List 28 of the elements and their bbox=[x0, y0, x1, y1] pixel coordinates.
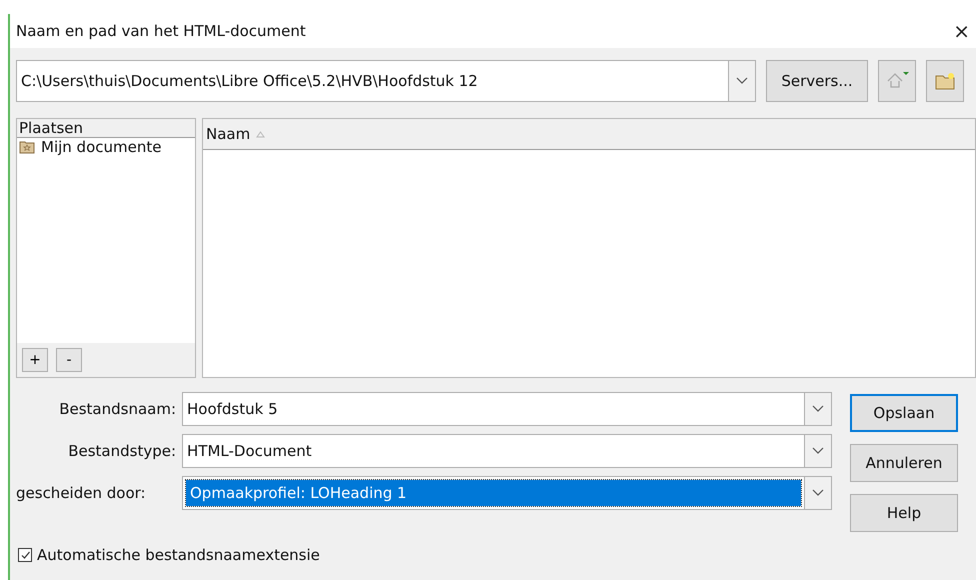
column-header: Plaatsen bbox=[17, 119, 195, 138]
chevron-icon bbox=[728, 61, 755, 101]
dialog-button[interactable]: Opslaan bbox=[850, 394, 958, 432]
combo-field[interactable]: Hoofdstuk 5 bbox=[182, 392, 832, 426]
servers-button[interactable]: Servers... bbox=[766, 60, 868, 102]
close-button[interactable]: × bbox=[951, 19, 972, 43]
combo-field[interactable]: Opmaakprofiel: LOHeading 1 bbox=[182, 476, 832, 510]
field-label: Bestandstype: bbox=[67, 442, 177, 460]
window-title: Naam en pad van het HTML-document bbox=[16, 22, 306, 40]
place-item[interactable]: Mijn documente bbox=[17, 138, 195, 156]
dialog-button[interactable]: Help bbox=[850, 494, 958, 532]
dialog-button[interactable]: Annuleren bbox=[850, 444, 958, 482]
column-header[interactable]: Naam bbox=[203, 119, 266, 149]
field-label: gescheiden door: bbox=[16, 484, 147, 502]
field-label: Bestandsnaam: bbox=[58, 400, 177, 418]
combo-field[interactable]: HTML-Document bbox=[182, 434, 832, 468]
remove-place-button[interactable]: - bbox=[56, 348, 82, 372]
add-place-button[interactable]: + bbox=[22, 348, 48, 372]
chevron-icon bbox=[804, 435, 831, 467]
folder-icon bbox=[934, 71, 956, 91]
chevron-icon bbox=[804, 393, 831, 425]
up-button[interactable] bbox=[878, 60, 916, 102]
folder-icon bbox=[19, 140, 35, 154]
path-field[interactable]: C:\Users\thuis\Documents\Libre Office\5.2\HVB\Hoofdstuk 12 bbox=[16, 60, 756, 102]
checkbox-label: Automatische bestandsnaamextensie bbox=[37, 546, 320, 564]
checkbox[interactable] bbox=[18, 548, 32, 562]
new-folder-button[interactable] bbox=[926, 60, 964, 102]
chevron-icon bbox=[804, 477, 831, 509]
